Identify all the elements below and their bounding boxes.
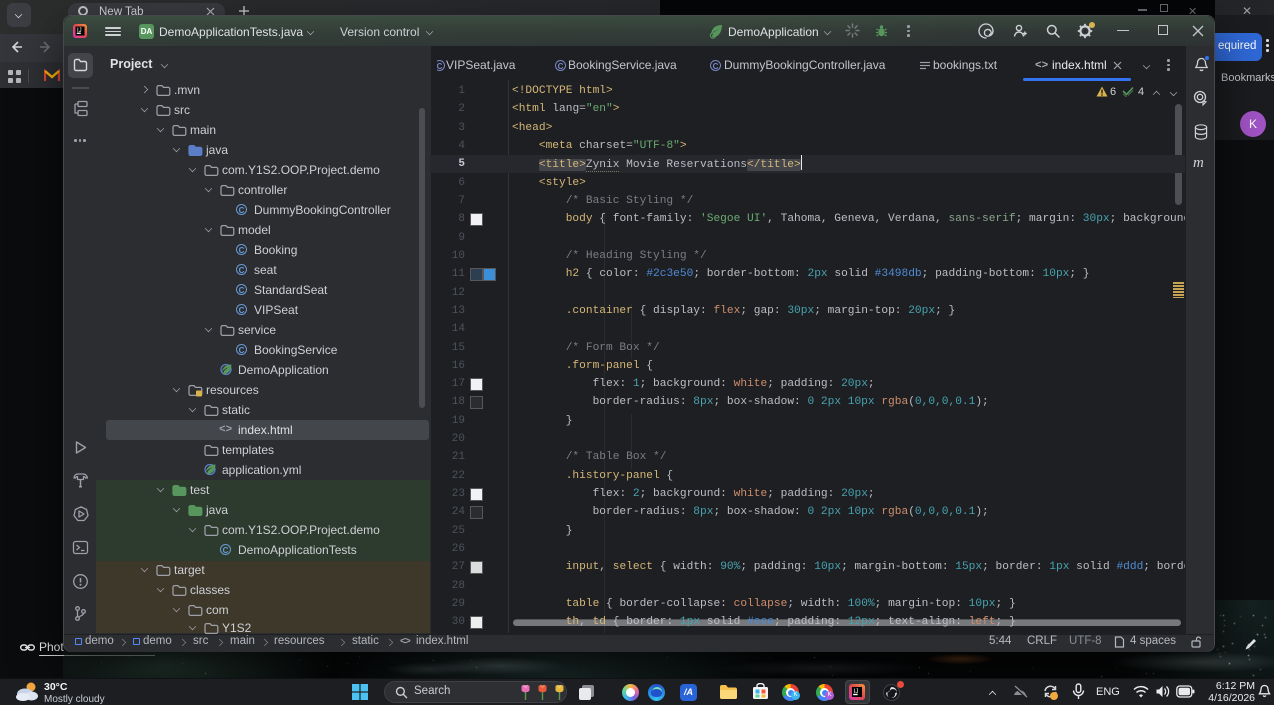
svg-text:IJ: IJ [853, 688, 858, 695]
